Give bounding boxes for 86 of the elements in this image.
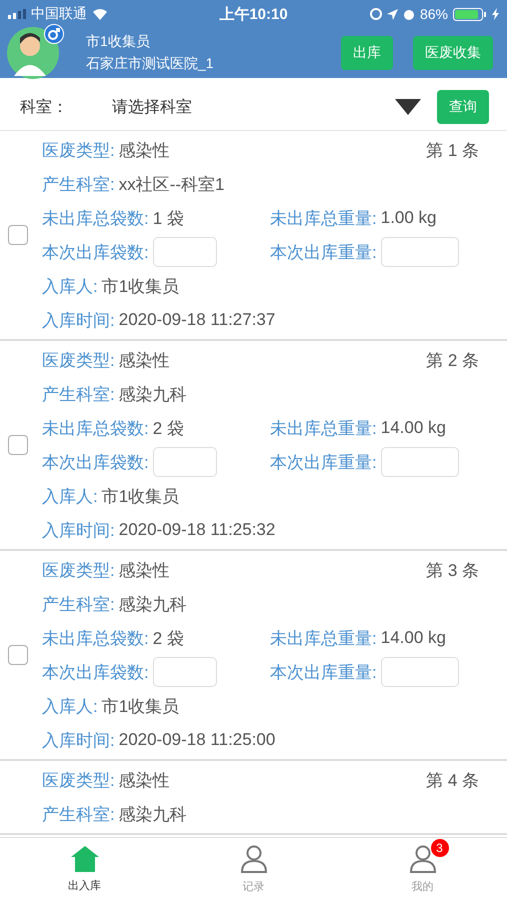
field-label: 医废类型: [42,140,115,162]
field-label: 本次出库重量: [270,662,377,684]
field-label: 医废类型: [42,560,115,582]
field-label: 入库人: [42,276,98,298]
charging-icon [492,8,499,20]
input-field[interactable] [380,657,459,687]
field-value: 感染性 [118,140,170,162]
tab-item[interactable]: 出入库 [0,838,169,900]
field-label: 未出库总重量: [270,628,377,650]
field-value: 感染性 [118,770,170,792]
field-value: 感染性 [118,560,170,582]
field-label: 本次出库重量: [270,242,377,264]
field-label: 入库时间: [42,730,115,752]
field-value: 1.00 kg [380,208,436,228]
field-label: 入库人: [42,696,98,718]
field-label: 未出库总重量: [270,418,377,440]
field-value: 感染九科 [118,594,187,616]
input-field[interactable] [152,657,217,687]
wifi-icon [92,8,108,20]
field-value: 2020-09-18 11:27:37 [118,310,276,330]
field-label: 本次出库袋数: [42,242,149,264]
input-field[interactable] [152,447,217,477]
field-value: 14.00 kg [380,418,446,438]
carrier-name: 中国联通 [31,5,87,23]
department-select[interactable]: 请选择科室 [112,96,395,118]
avatar-drawing [6,26,60,80]
field-label: 未出库总袋数: [42,208,149,230]
field-value: 市1收集员 [102,486,180,508]
field-value: 市1收集员 [102,276,180,298]
field-label: 本次出库重量: [270,452,377,474]
field-label: 医废类型: [42,770,115,792]
field-label: 本次出库袋数: [42,662,149,684]
home-icon [70,846,98,872]
field-label: 产生科室: [42,384,115,406]
field-label: 入库时间: [42,520,115,542]
lock-rotation-icon [370,8,382,20]
person-icon [240,844,268,872]
hospital-name: 石家庄市测试医院_1 [86,55,215,73]
location-icon [386,8,398,20]
record-number: 第 2 条 [426,350,479,372]
dropdown-icon[interactable] [395,99,421,115]
field-value: 感染九科 [118,804,187,826]
battery-percent: 86% [420,6,448,22]
field-label: 入库人: [42,486,98,508]
field-value: 2 袋 [152,418,184,440]
field-label: 产生科室: [42,174,115,196]
clock-time: 上午10:10 [219,4,288,24]
record-number: 第 3 条 [426,560,479,582]
field-label: 未出库总袋数: [42,418,149,440]
field-value: 1 袋 [152,208,184,230]
field-value: 市1收集员 [102,696,180,718]
field-value: 2020-09-18 11:25:32 [118,520,276,540]
record-checkbox[interactable] [8,645,28,665]
record-checkbox[interactable] [8,225,28,245]
field-value: 2020-09-18 11:25:00 [118,730,276,750]
field-label: 产生科室: [42,594,115,616]
header-button[interactable]: 出库 [341,36,393,70]
field-value: 14.00 kg [380,628,446,648]
input-field[interactable] [152,237,217,267]
field-value: 2 袋 [152,628,184,650]
field-label: 医废类型: [42,350,115,372]
tab-item[interactable]: 3 我的 [338,838,507,900]
field-label: 产生科室: [42,804,115,826]
alarm-icon [402,8,415,20]
field-value: 感染九科 [118,384,187,406]
record-number: 第 1 条 [426,140,479,162]
notification-badge: 3 [430,838,448,856]
person-icon [408,844,436,872]
signal-icon [8,9,26,19]
department-label: 科室： [20,98,69,118]
query-button[interactable]: 查询 [437,90,489,124]
field-label: 入库时间: [42,310,115,332]
user-name: 市1收集员 [86,33,151,51]
record-number: 第 4 条 [426,770,479,792]
tab-item[interactable]: 记录 [169,838,338,900]
field-label: 未出库总重量: [270,208,377,230]
field-label: 本次出库袋数: [42,452,149,474]
input-field[interactable] [380,237,459,267]
male-gender-icon [44,24,64,44]
header-button[interactable]: 医废收集 [413,36,493,70]
field-label: 未出库总袋数: [42,628,149,650]
record-checkbox[interactable] [8,435,28,455]
input-field[interactable] [380,447,459,477]
field-value: xx社区--科室1 [118,174,225,196]
battery-icon [453,8,487,20]
field-value: 感染性 [118,350,170,372]
